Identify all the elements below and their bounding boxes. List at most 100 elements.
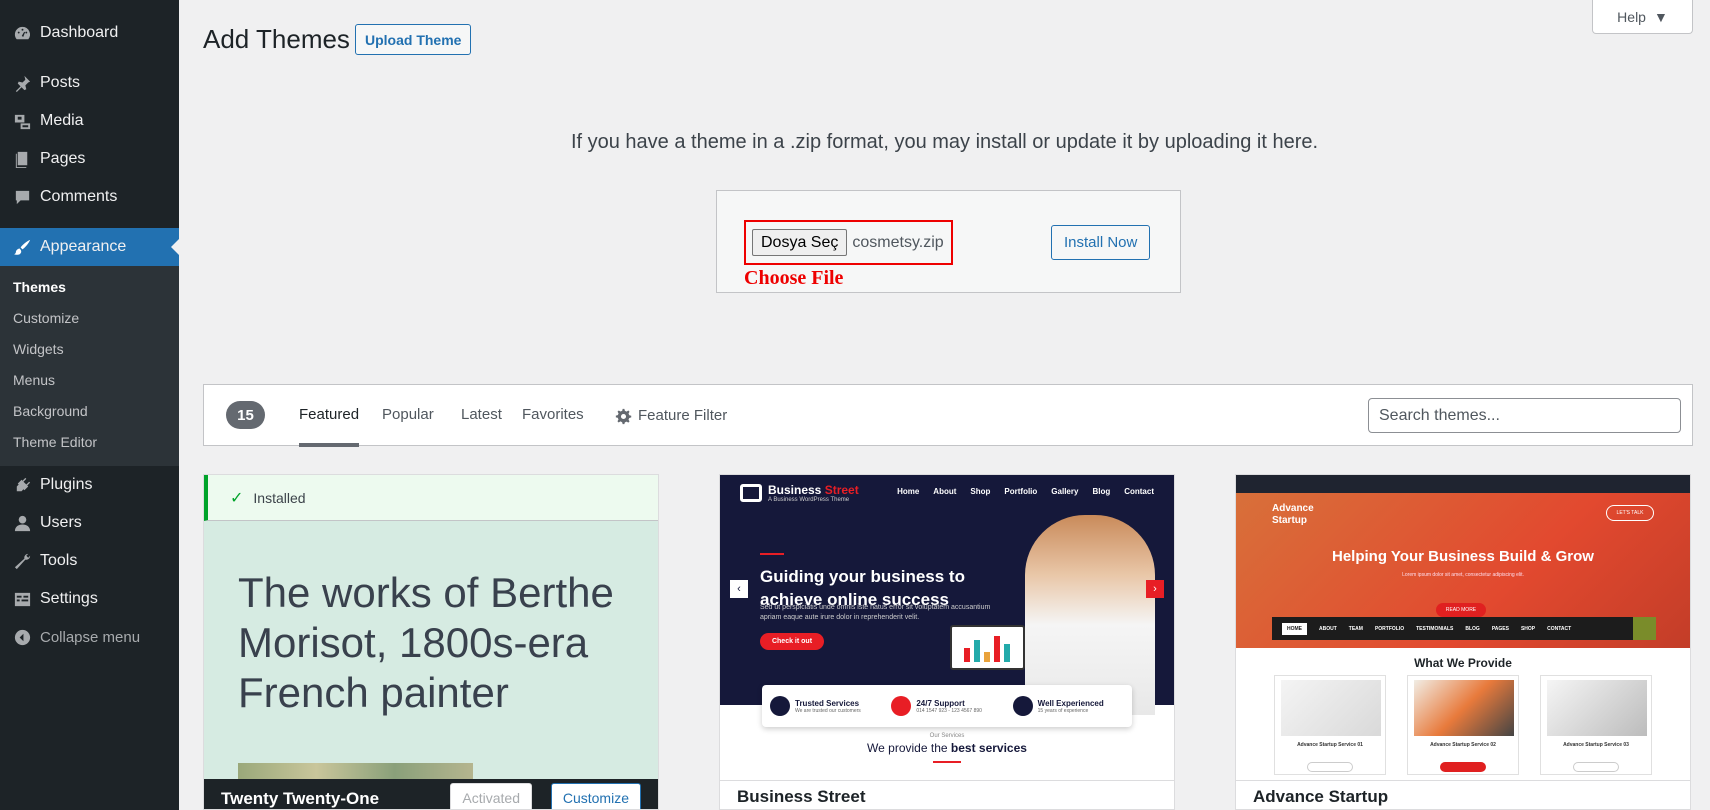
tab-latest[interactable]: Latest <box>461 385 502 447</box>
submenu-customize[interactable]: Customize <box>0 303 179 334</box>
bs-feature: 24/7 Support 014 1547 923 - 123 4567 890 <box>891 696 1002 716</box>
bs-services-title: We provide the best services <box>720 741 1174 755</box>
sidebar-item-pages[interactable]: Pages <box>0 140 179 178</box>
theme-name: Advance Startup <box>1236 780 1690 809</box>
bs-feature-title: Well Experienced <box>1037 698 1104 708</box>
as-service-button <box>1573 762 1619 772</box>
bs-logo: Business Street A Business WordPress Them… <box>740 483 859 503</box>
submenu-widgets[interactable]: Widgets <box>0 334 179 365</box>
activated-button: Activated <box>450 783 532 809</box>
page-title: Add Themes <box>203 24 350 54</box>
bs-nav-item: Blog <box>1092 487 1111 496</box>
sidebar-item-label: Appearance <box>40 238 127 255</box>
theme-count-badge: 15 <box>226 401 265 429</box>
media-icon <box>11 110 33 132</box>
collapse-menu-button[interactable]: Collapse menu <box>0 618 179 656</box>
bs-nav-item: Gallery <box>1051 487 1079 496</box>
submenu-background[interactable]: Background <box>0 396 179 427</box>
sidebar-item-tools[interactable]: Tools <box>0 542 179 580</box>
as-service-button <box>1440 762 1486 772</box>
as-section-title: What We Provide <box>1414 656 1512 670</box>
bs-logo-mark <box>740 484 762 502</box>
install-now-button[interactable]: Install Now <box>1051 225 1151 260</box>
search-icon <box>1633 617 1656 640</box>
upload-form: Dosya Seç cosmetsy.zip Choose File Insta… <box>716 190 1181 293</box>
plugin-icon <box>11 474 33 496</box>
bs-subtext: Sed ut perspiciatis unde omnis iste natu… <box>760 604 991 621</box>
upload-help-text: If you have a theme in a .zip format, yo… <box>570 131 1319 153</box>
sidebar-item-appearance[interactable]: Appearance <box>0 228 179 266</box>
sidebar-item-users[interactable]: Users <box>0 504 179 542</box>
as-service-card: Advance Startup Service 03 <box>1540 675 1652 775</box>
theme-card-advance-startup[interactable]: Advance Startup LET'S TALK Helping Your … <box>1235 474 1691 810</box>
feature-filter-button[interactable]: Feature Filter <box>615 385 727 447</box>
checkmark-icon: ✓ <box>230 489 244 507</box>
theme-card-twenty-twenty-one[interactable]: ✓ Installed The works of Berthe Morisot,… <box>203 474 659 810</box>
tab-featured[interactable]: Featured <box>299 385 360 447</box>
submenu-theme-editor[interactable]: Theme Editor <box>0 427 179 458</box>
bs-feature-title: Trusted Services <box>795 698 860 708</box>
bs-nav: Home About Shop Portfolio Gallery Blog C… <box>897 487 1154 496</box>
bs-feature: Well Experienced 15 years of experience <box>1012 696 1124 716</box>
bs-nav-item: Contact <box>1124 487 1154 496</box>
tab-favorites[interactable]: Favorites <box>522 385 584 447</box>
submenu-menus[interactable]: Menus <box>0 365 179 396</box>
theme-name: Twenty Twenty-One <box>221 789 380 808</box>
sidebar-item-label: Dashboard <box>40 24 119 41</box>
appearance-submenu: Themes Customize Widgets Menus Backgroun… <box>0 266 179 466</box>
as-service-label: Advance Startup Service 02 <box>1430 742 1496 748</box>
help-tab[interactable]: Help ▼ <box>1592 0 1693 34</box>
chevron-left-icon: ‹ <box>730 580 748 598</box>
theme-preview-text: The works of Berthe Morisot, 1800s-era F… <box>238 569 614 716</box>
lock-icon <box>770 696 790 716</box>
bs-nav-item: Shop <box>970 487 991 496</box>
file-input[interactable]: Dosya Seç cosmetsy.zip <box>744 220 953 265</box>
as-service-label: Advance Startup Service 03 <box>1563 742 1629 748</box>
sidebar-item-posts[interactable]: Posts <box>0 64 179 102</box>
sidebar-item-settings[interactable]: Settings <box>0 580 179 618</box>
bs-feature-sub: 15 years of experience <box>1037 707 1089 714</box>
as-headline: Helping Your Business Build & Grow <box>1332 548 1594 565</box>
sidebar-item-label: Settings <box>40 590 98 607</box>
as-nav-item: PORTFOLIO <box>1374 625 1405 632</box>
sidebar-item-plugins[interactable]: Plugins <box>0 466 179 504</box>
as-service-button <box>1307 762 1353 772</box>
choose-file-button[interactable]: Dosya Seç <box>752 229 848 256</box>
help-label: Help <box>1617 8 1646 25</box>
pages-icon <box>11 148 33 170</box>
bs-tagline: A Business WordPress Theme <box>768 497 850 503</box>
tab-popular[interactable]: Popular <box>382 385 434 447</box>
user-icon <box>11 512 33 534</box>
pin-icon <box>11 72 33 94</box>
as-nav: HOME ABOUT TEAM PORTFOLIO TESTIMONIALS B… <box>1272 617 1656 640</box>
sidebar-item-dashboard[interactable]: Dashboard <box>0 14 179 52</box>
dashboard-icon <box>11 22 33 44</box>
bs-hero: Business Street A Business WordPress Them… <box>720 475 1174 715</box>
as-cta: READ MORE <box>1436 603 1486 617</box>
chevron-right-icon: › <box>1146 580 1164 598</box>
as-service-label: Advance Startup Service 01 <box>1297 742 1363 748</box>
selected-file-name: cosmetsy.zip <box>852 233 944 251</box>
sidebar-item-media[interactable]: Media <box>0 102 179 140</box>
sidebar-item-comments[interactable]: Comments <box>0 178 179 216</box>
headset-icon <box>891 696 912 716</box>
main-content: Help ▼ Add Themes Upload Theme If you ha… <box>179 0 1710 810</box>
theme-screenshot: Business Street A Business WordPress Them… <box>720 475 1174 780</box>
bs-laptop <box>950 625 1025 670</box>
bs-feature-sub: We are trusted our customers <box>795 707 861 714</box>
bs-services-title-pre: We provide the <box>867 741 948 755</box>
submenu-themes[interactable]: Themes <box>0 272 179 303</box>
as-nav-item: CONTACT <box>1547 625 1572 632</box>
sidebar-item-label: Pages <box>40 150 86 167</box>
collapse-menu-label: Collapse menu <box>40 628 141 646</box>
as-nav-item: ABOUT <box>1319 625 1337 632</box>
gear-icon <box>615 408 632 424</box>
as-service-image <box>1547 680 1647 736</box>
bs-underline <box>933 761 961 763</box>
upload-theme-button[interactable]: Upload Theme <box>355 24 472 55</box>
bs-services-kicker: Our Services <box>929 733 965 739</box>
customize-button[interactable]: Customize <box>550 783 641 809</box>
installed-label: Installed <box>253 489 306 506</box>
search-themes-input[interactable] <box>1368 398 1681 433</box>
theme-card-business-street[interactable]: Business Street A Business WordPress Them… <box>719 474 1175 810</box>
